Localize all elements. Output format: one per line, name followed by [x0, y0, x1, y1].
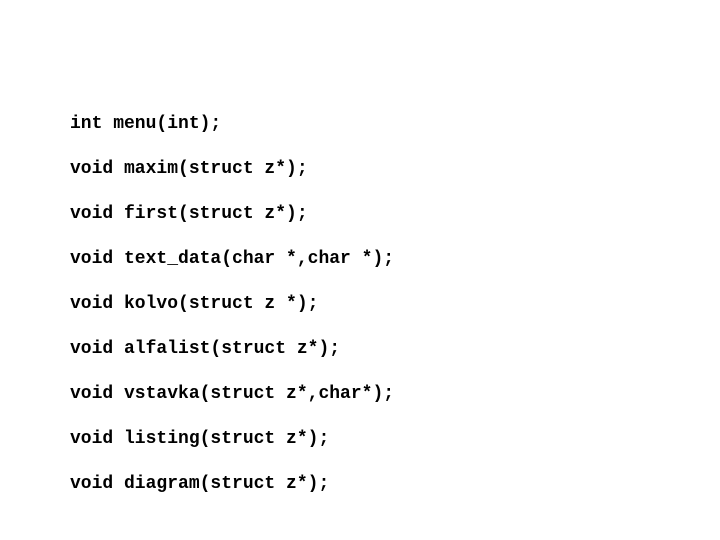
- code-line: void diagram(struct z*);: [70, 473, 720, 496]
- code-line: void vstavka(struct z*,char*);: [70, 383, 720, 406]
- code-block: int menu(int); void maxim(struct z*); vo…: [0, 0, 720, 518]
- code-line: void listing(struct z*);: [70, 428, 720, 451]
- code-line: void first(struct z*);: [70, 203, 720, 226]
- code-line: int menu(int);: [70, 113, 720, 136]
- code-line: void maxim(struct z*);: [70, 158, 720, 181]
- code-line: void text_data(char *,char *);: [70, 248, 720, 271]
- code-line: void alfalist(struct z*);: [70, 338, 720, 361]
- code-line: void kolvo(struct z *);: [70, 293, 720, 316]
